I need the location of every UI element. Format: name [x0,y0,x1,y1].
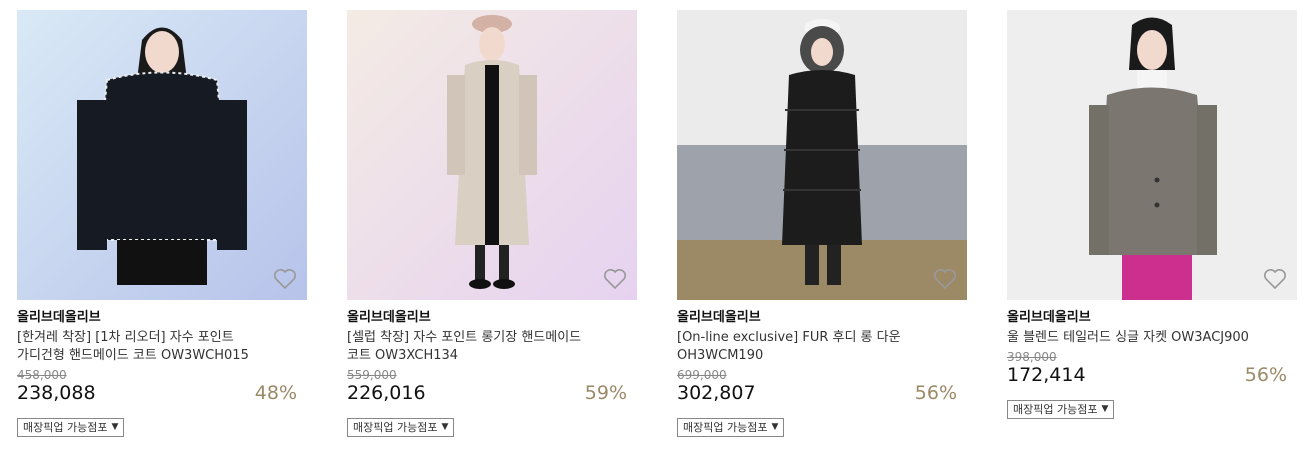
sale-price: 238,088 [17,382,96,404]
price-row: 302,807 56% [677,382,967,404]
store-pickup-label: 매장픽업 가능점포 [1013,403,1098,416]
discount-rate: 59% [584,382,627,404]
product-name[interactable]: [셀럽 착장] 자수 포인트 롱기장 핸드메이드 코트 OW3XCH134 [347,329,607,365]
heart-outline-icon[interactable] [1263,268,1287,290]
product-card[interactable]: 올리브데올리브 울 블렌드 테일러드 싱글 자켓 OW3ACJ900 398,0… [1007,10,1297,419]
original-price: 398,000 [1007,350,1057,364]
caret-down-icon: ▼ [111,422,119,432]
product-photo-illustration [1007,10,1297,300]
product-image[interactable] [677,10,967,300]
product-photo-illustration [347,10,637,300]
discount-rate: 56% [1244,364,1287,386]
product-card[interactable]: 올리브데올리브 [On-line exclusive] FUR 후디 롱 다운 … [677,10,967,437]
brand-name[interactable]: 올리브데올리브 [1007,310,1297,326]
caret-down-icon: ▼ [1101,404,1109,414]
store-pickup-dropdown[interactable]: 매장픽업 가능점포 ▼ [347,418,455,437]
sale-price: 226,016 [347,382,426,404]
store-pickup-label: 매장픽업 가능점포 [353,421,438,434]
product-photo-illustration [677,10,967,300]
product-name[interactable]: [On-line exclusive] FUR 후디 롱 다운 OH3WCM19… [677,329,937,365]
discount-rate: 56% [914,382,957,404]
sale-price: 172,414 [1007,364,1086,386]
caret-down-icon: ▼ [441,422,449,432]
product-grid: 올리브데올리브 [한겨레 착장] [1차 리오더] 자수 포인트 가디건형 핸드… [0,0,1313,466]
price-row: 238,088 48% [17,382,307,404]
discount-rate: 48% [254,382,297,404]
store-pickup-label: 매장픽업 가능점포 [23,421,108,434]
heart-outline-icon[interactable] [603,268,627,290]
product-card[interactable]: 올리브데올리브 [한겨레 착장] [1차 리오더] 자수 포인트 가디건형 핸드… [17,10,307,437]
caret-down-icon: ▼ [771,422,779,432]
original-price: 458,000 [17,368,67,382]
product-image[interactable] [1007,10,1297,300]
original-price: 699,000 [677,368,727,382]
store-pickup-dropdown[interactable]: 매장픽업 가능점포 ▼ [17,418,125,437]
brand-name[interactable]: 올리브데올리브 [17,310,307,326]
product-name[interactable]: [한겨레 착장] [1차 리오더] 자수 포인트 가디건형 핸드메이드 코트 O… [17,329,277,365]
product-name[interactable]: 울 블렌드 테일러드 싱글 자켓 OW3ACJ900 [1007,329,1267,347]
product-image[interactable] [347,10,637,300]
product-photo-illustration [17,10,307,300]
brand-name[interactable]: 올리브데올리브 [347,310,637,326]
price-row: 226,016 59% [347,382,637,404]
store-pickup-dropdown[interactable]: 매장픽업 가능점포 ▼ [1007,400,1115,419]
heart-outline-icon[interactable] [933,268,957,290]
original-price: 559,000 [347,368,397,382]
store-pickup-dropdown[interactable]: 매장픽업 가능점포 ▼ [677,418,785,437]
heart-outline-icon[interactable] [273,268,297,290]
store-pickup-label: 매장픽업 가능점포 [683,421,768,434]
price-row: 172,414 56% [1007,364,1297,386]
product-card[interactable]: 올리브데올리브 [셀럽 착장] 자수 포인트 롱기장 핸드메이드 코트 OW3X… [347,10,637,437]
product-image[interactable] [17,10,307,300]
brand-name[interactable]: 올리브데올리브 [677,310,967,326]
sale-price: 302,807 [677,382,756,404]
